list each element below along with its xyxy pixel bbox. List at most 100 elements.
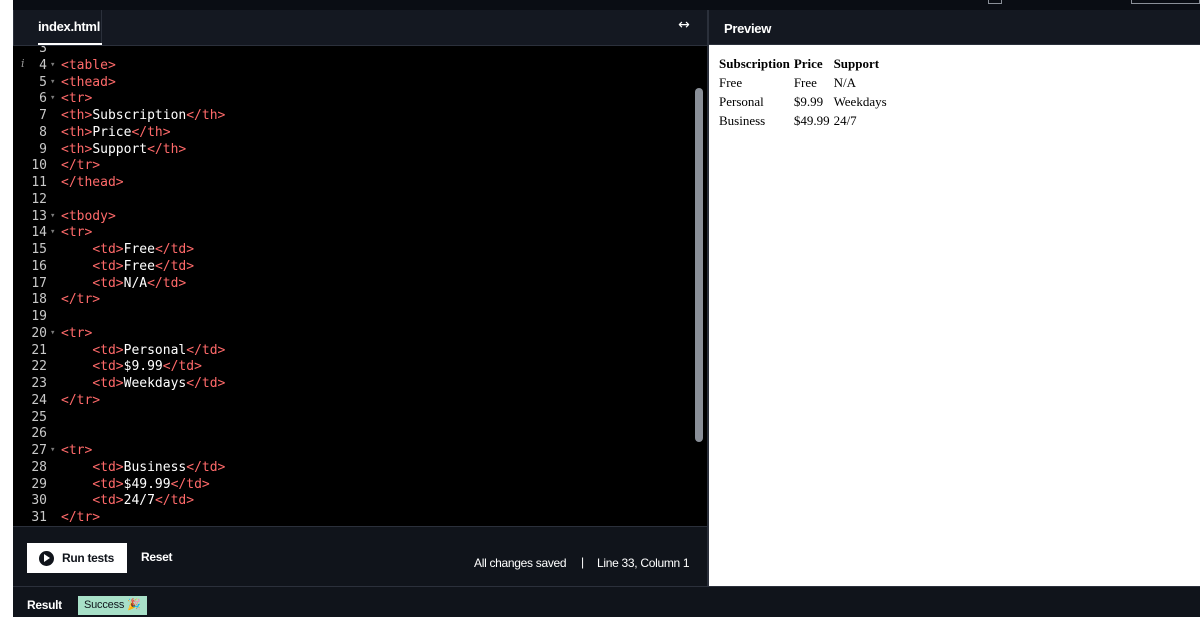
text-token: Free [123,258,155,274]
code-text: <td>N/A</td> [61,275,186,292]
preview-cell: Personal [719,93,764,109]
line-number: 9 [39,141,47,157]
fold-arrow-icon[interactable]: ▾ [50,442,55,459]
editor-tab-bar: index.html ↔ [13,10,707,46]
code-line[interactable]: 5 ▾ <thead> [13,74,693,91]
preview-table: Subscription Price Support Free Free N/A… [717,54,889,130]
expand-icon[interactable]: ↔ [673,17,695,35]
html-tag-token: <td> [92,342,124,358]
code-line[interactable]: 10 </tr> [13,157,693,174]
text-token: Weekdays [123,376,187,391]
code-line[interactable]: 27 ▾ <tr> [13,442,693,459]
line-number: 3 [39,46,47,56]
html-tag-token: <td> [92,242,124,257]
html-tag-token: <thead> [61,74,116,90]
html-tag-token: <td> [92,359,124,375]
html-tag-token: </td> [147,275,187,291]
code-text: <tr> [61,90,92,107]
code-line[interactable]: 20 ▾ <tr> [13,325,693,342]
code-line[interactable]: 13 ▾ <tbody> [13,208,693,225]
left-margin [0,0,13,617]
html-tag-token: <td> [92,493,124,509]
code-text: <td>Personal</td> [61,342,225,359]
code-text: <td>Free</td> [61,258,194,275]
code-line[interactable]: 30 <td>24/7</td> [13,492,693,509]
html-tag-token: </td> [186,376,226,391]
preview-cell: 24/7 [833,112,857,128]
success-badge: Success 🎉 [78,596,147,615]
code-line[interactable]: 17 <td>N/A</td> [13,275,693,292]
code-text: <td>$49.99</td> [61,476,209,493]
code-line[interactable]: 16 <td>Free</td> [13,258,693,275]
run-tests-button[interactable]: Run tests [27,543,127,573]
code-line[interactable]: 21 <td>Personal</td> [13,342,693,359]
html-tag-token: </td> [154,258,195,274]
code-area[interactable]: 3 i 4 ▾ <table> 5 ▾ <thead> 6 ▾ <tr> 7 <th>Subscript… [13,46,707,536]
preview-table-row: Business $49.99 24/7 [717,111,889,130]
code-text: <td>24/7</td> [61,492,194,509]
code-line[interactable]: 22 <td>$9.99</td> [13,358,693,375]
code-line[interactable]: 8 <th>Price</th> [13,124,693,141]
line-number: 12 [31,191,47,207]
code-line[interactable]: 11 </thead> [13,174,693,191]
line-number: 27 [31,443,47,458]
cursor-position: Line 33, Column 1 [597,556,690,570]
top-bar-mark [1131,0,1200,4]
code-line[interactable]: 18 </tr> [13,291,693,308]
text-token: 24/7 [123,493,155,509]
result-label: Result [27,598,62,612]
text-token: $9.99 [123,359,163,375]
code-line[interactable]: 29 <td>$49.99</td> [13,476,693,493]
text-token: Subscription [92,108,187,123]
line-number: 5 [39,74,47,90]
code-line[interactable]: 15 <td>Free</td> [13,241,693,258]
fold-arrow-icon[interactable]: ▾ [50,224,55,241]
code-text: <td>$9.99</td> [61,358,202,375]
html-tag-token: </tr> [61,392,101,408]
line-number: 15 [31,242,47,257]
fold-arrow-icon[interactable]: ▾ [50,208,55,225]
code-line[interactable]: 3 [13,46,693,57]
code-line[interactable]: 14 ▾ <tr> [13,224,693,241]
code-line[interactable]: 19 [13,308,693,325]
code-text: </tr> [61,157,100,174]
fold-arrow-icon[interactable]: ▾ [50,90,55,107]
preview-column-header: Subscription [719,55,790,71]
code-line[interactable]: 25 [13,409,693,426]
editor-scrollbar[interactable] [695,88,703,442]
fold-arrow-icon[interactable]: ▾ [50,57,55,74]
top-bar-mark [988,0,1002,4]
code-line[interactable]: 23 <td>Weekdays</td> [13,375,693,392]
html-tag-token: <tr> [61,225,93,241]
preview-cell: Free [793,74,817,90]
code-line[interactable]: 6 ▾ <tr> [13,90,693,107]
code-line[interactable]: i 4 ▾ <table> [13,57,693,74]
status-separator: | [581,555,585,569]
code-line[interactable]: 28 <td>Business</td> [13,459,693,476]
line-number: 8 [39,124,47,140]
preview-pane: Preview Subscription Price Support Free … [709,10,1200,586]
code-line[interactable]: 24 </tr> [13,392,693,409]
preview-cell: Weekdays [833,93,887,109]
fold-arrow-icon[interactable]: ▾ [50,74,55,91]
code-line[interactable]: 31 </tr> [13,509,693,526]
code-line[interactable]: 9 <th>Support</th> [13,141,693,158]
line-number: 18 [31,292,47,308]
code-line[interactable]: 26 [13,425,693,442]
text-token: Free [123,242,155,257]
html-tag-token: <th> [61,124,93,140]
result-bar: Result Success 🎉 [13,586,1200,617]
fold-arrow-icon[interactable]: ▾ [50,325,55,342]
file-tab-index-html[interactable]: index.html [13,10,102,46]
line-number: 16 [31,258,47,274]
code-line[interactable]: 7 <th>Subscription</th> [13,107,693,124]
line-number: 11 [31,175,47,190]
text-token: Support [92,141,148,157]
code-line[interactable]: 12 [13,191,693,208]
html-tag-token: <tbody> [61,208,116,224]
code-text: <td>Weekdays</td> [61,375,225,392]
html-tag-token: <th> [61,108,93,123]
preview-table-header-row: Subscription Price Support [717,54,889,73]
html-tag-token: </tr> [61,158,101,174]
reset-button[interactable]: Reset [141,550,172,564]
